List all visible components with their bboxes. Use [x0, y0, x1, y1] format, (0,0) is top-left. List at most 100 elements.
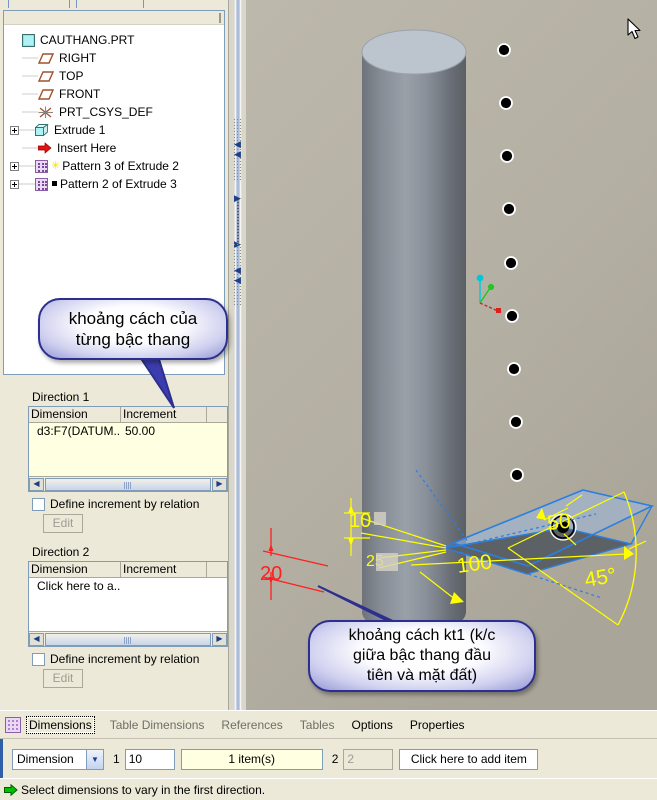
- direction-2-relation-row[interactable]: Define increment by relation: [32, 652, 228, 666]
- tree-item-top[interactable]: TOP: [8, 67, 224, 85]
- direction-2-add-item-field[interactable]: Click here to add item: [399, 748, 539, 770]
- graphics-viewport[interactable]: 50 100 45° 10 25 20: [246, 0, 657, 710]
- tree-item-label: Pattern 3 of Extrude 2: [62, 159, 179, 173]
- column-header-increment[interactable]: Increment: [121, 562, 207, 577]
- direction-2-table[interactable]: Dimension Increment Click here to a... ◀…: [28, 561, 228, 647]
- scroll-right-icon[interactable]: ▶: [212, 477, 227, 491]
- tab-table-dimensions[interactable]: Table Dimensions: [108, 717, 207, 733]
- direction-1-relation-row[interactable]: Define increment by relation: [32, 497, 228, 511]
- pattern-type-select[interactable]: Dimension ▼: [12, 748, 104, 770]
- tree-connector: [22, 85, 38, 103]
- tree-item-label: Insert Here: [57, 141, 117, 155]
- status-bar: Select dimensions to vary in the first d…: [0, 778, 657, 800]
- datum-plane-icon: [38, 52, 54, 64]
- table-header: Dimension Increment: [29, 562, 227, 578]
- tab-options[interactable]: Options: [349, 717, 394, 733]
- tree-connector: [19, 157, 35, 175]
- tree-connector: [19, 121, 35, 139]
- tab-tables[interactable]: Tables: [298, 717, 337, 733]
- direction-2-label: Direction 2: [32, 545, 90, 559]
- expand-toggle-icon[interactable]: [10, 161, 19, 171]
- define-increment-by-relation-checkbox[interactable]: [32, 652, 45, 666]
- tree-item-insert-here[interactable]: Insert Here: [8, 139, 224, 157]
- direction-1-table[interactable]: Dimension Increment d3:F7(DATUM... 50.00…: [28, 406, 228, 492]
- cell-dimension: d3:F7(DATUM...: [37, 424, 121, 438]
- tab-references[interactable]: References: [219, 717, 284, 733]
- top-tab-strip: [0, 0, 228, 10]
- scroll-right-icon[interactable]: ▶: [212, 632, 227, 646]
- pattern-type-value: Dimension: [17, 752, 74, 766]
- app-window: CAUTHANG.PRT RIGHT TOP FRONT PRT_CSYS_DE…: [0, 0, 657, 800]
- tree-item-front[interactable]: FRONT: [8, 85, 224, 103]
- top-tab-2[interactable]: [76, 0, 144, 8]
- collapse-left-icon-3[interactable]: ◀: [234, 267, 241, 276]
- insert-here-icon: [37, 142, 52, 154]
- scroll-thumb[interactable]: [45, 632, 211, 646]
- dim-step-width-label: 50: [546, 510, 572, 535]
- callout-line-3: tiên và mặt đất): [366, 667, 478, 684]
- expand-toggle-icon[interactable]: [10, 125, 19, 135]
- dim-ground-offset-label: 20: [260, 563, 282, 585]
- callout-line-1: khoảng cách kt1 (k/c: [348, 627, 496, 644]
- checkbox-label: Define increment by relation: [50, 497, 200, 511]
- splitter-bar[interactable]: [234, 0, 242, 710]
- datum-plane-icon: [38, 88, 54, 100]
- tab-properties[interactable]: Properties: [408, 717, 467, 733]
- table-row[interactable]: Click here to a...: [29, 578, 227, 595]
- status-message: Select dimensions to vary in the first d…: [21, 782, 266, 797]
- tree-item-label: Extrude 1: [54, 123, 106, 137]
- horizontal-scrollbar[interactable]: ◀ ▶: [29, 476, 227, 491]
- tree-connector: [22, 139, 38, 157]
- top-tab-1[interactable]: [8, 0, 70, 8]
- collapse-left-icon-4[interactable]: ◀: [234, 277, 241, 286]
- tree-connector: [22, 49, 38, 67]
- tree-item-prt-csys-def[interactable]: PRT_CSYS_DEF: [8, 103, 224, 121]
- cell-increment: [121, 578, 207, 595]
- direction-2-count-input[interactable]: 2: [343, 748, 394, 770]
- callout-text: khoảng cách kt1 (k/c giữa bậc thang đầu …: [339, 622, 506, 690]
- tree-item-root[interactable]: CAUTHANG.PRT: [8, 31, 224, 49]
- direction-1-edit-button[interactable]: Edit: [43, 514, 83, 533]
- column-grip[interactable]: [219, 13, 221, 23]
- tree-item-label: TOP: [59, 69, 84, 83]
- mouse-cursor-icon: [627, 18, 641, 40]
- dim-handle-box-1: [374, 512, 386, 525]
- define-increment-by-relation-checkbox[interactable]: [32, 497, 45, 511]
- tree-item-pattern-2-of-extrude-3[interactable]: Pattern 2 of Extrude 3: [8, 175, 224, 193]
- splitter-dotted-line: [237, 198, 239, 246]
- cell-add-placeholder[interactable]: Click here to a...: [29, 578, 121, 595]
- callout-text: khoảng cách của từng bậc thang: [59, 304, 208, 354]
- tree-item-label: RIGHT: [59, 51, 97, 65]
- tree-item-label: CAUTHANG.PRT: [40, 33, 135, 47]
- direction-2-edit-button[interactable]: Edit: [43, 669, 83, 688]
- tab-dimensions[interactable]: Dimensions: [26, 716, 95, 734]
- direction-2-number: 2: [331, 752, 339, 766]
- collapse-left-icon[interactable]: ◀: [234, 141, 241, 150]
- extrude-icon: [34, 123, 49, 137]
- collapse-left-icon-2[interactable]: ◀: [234, 151, 241, 160]
- direction-1-count-input[interactable]: 10: [124, 748, 175, 770]
- column-header-dimension[interactable]: Dimension: [29, 407, 121, 422]
- table-row[interactable]: d3:F7(DATUM... 50.00: [29, 423, 227, 440]
- dashboard-controls: Dimension ▼ 1 10 1 item(s) 2 2 Click her…: [0, 744, 657, 774]
- model-tree-header: [4, 11, 224, 25]
- model-canvas[interactable]: 50 100 45° 10 25 20: [246, 0, 657, 710]
- cylinder-post: [361, 29, 467, 634]
- tree-item-pattern-3-of-extrude-2[interactable]: ✳ Pattern 3 of Extrude 2: [8, 157, 224, 175]
- direction-1-items-field[interactable]: 1 item(s): [180, 748, 323, 770]
- tree-item-right[interactable]: RIGHT: [8, 49, 224, 67]
- tree-connector: [19, 175, 35, 193]
- direction-1-number: 1: [113, 752, 120, 766]
- horizontal-scrollbar[interactable]: ◀ ▶: [29, 631, 227, 646]
- scroll-thumb[interactable]: [45, 477, 211, 491]
- expand-toggle-icon[interactable]: [10, 179, 19, 189]
- scroll-left-icon[interactable]: ◀: [29, 632, 44, 646]
- column-header-dimension[interactable]: Dimension: [29, 562, 121, 577]
- tree-item-extrude-1[interactable]: Extrude 1: [8, 121, 224, 139]
- scroll-left-icon[interactable]: ◀: [29, 477, 44, 491]
- pane-splitter[interactable]: ◀ ◀ ▶ ▶ ◀ ◀: [228, 0, 246, 710]
- chevron-down-icon[interactable]: ▼: [86, 749, 103, 769]
